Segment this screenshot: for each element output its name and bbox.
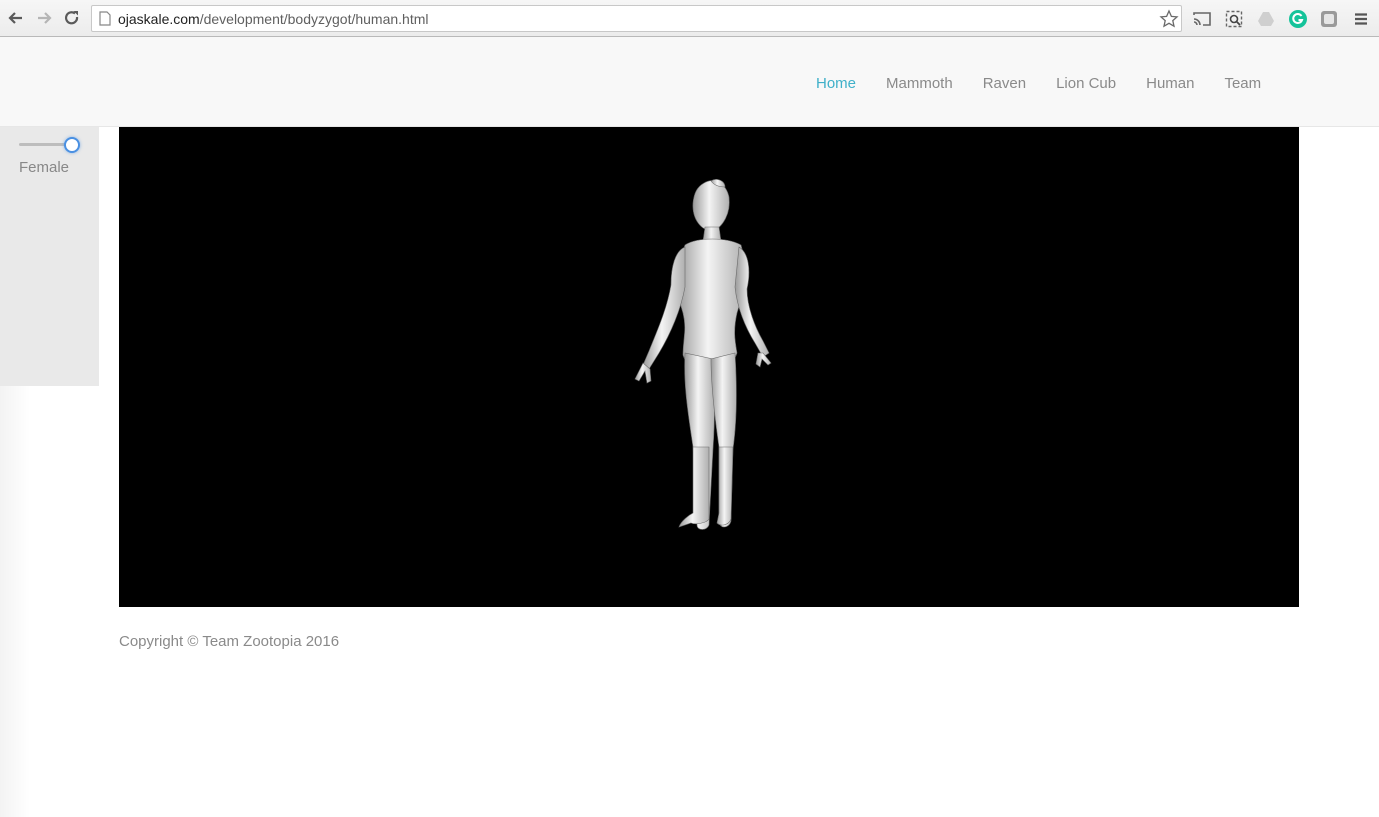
gender-label: Female — [19, 159, 70, 176]
cast-icon[interactable] — [1191, 8, 1213, 30]
nav-team[interactable]: Team — [1224, 75, 1261, 92]
drive-icon[interactable] — [1255, 8, 1277, 30]
nav-raven[interactable]: Raven — [983, 75, 1026, 92]
human-model — [634, 179, 772, 530]
extension-icon[interactable] — [1318, 8, 1340, 30]
menu-icon[interactable] — [1350, 8, 1372, 30]
forward-arrow-icon[interactable] — [34, 8, 54, 28]
nav-lion-cub[interactable]: Lion Cub — [1056, 75, 1116, 92]
reload-icon[interactable] — [62, 8, 82, 28]
copyright-footer: Copyright © Team Zootopia 2016 — [119, 633, 340, 650]
screenshot-icon[interactable] — [1223, 8, 1245, 30]
nav-human[interactable]: Human — [1146, 75, 1194, 92]
page-margin — [0, 386, 30, 817]
control-panel: Female — [0, 127, 99, 386]
page-icon — [99, 11, 111, 31]
url-text: ojaskale.com/development/bodyzygot/human… — [118, 11, 429, 27]
url-host: ojaskale.com — [118, 11, 200, 27]
address-bar[interactable]: ojaskale.com/development/bodyzygot/human… — [91, 5, 1182, 32]
star-icon[interactable] — [1159, 9, 1179, 34]
slider-thumb[interactable] — [64, 137, 80, 153]
back-arrow-icon[interactable] — [6, 8, 26, 28]
browser-toolbar: ojaskale.com/development/bodyzygot/human… — [0, 0, 1379, 37]
main-nav: Home Mammoth Raven Lion Cub Human Team — [816, 75, 1291, 92]
site-header: Home Mammoth Raven Lion Cub Human Team — [0, 37, 1379, 127]
nav-mammoth[interactable]: Mammoth — [886, 75, 953, 92]
url-path: /development/bodyzygot/human.html — [199, 11, 429, 27]
grammarly-icon[interactable] — [1287, 8, 1309, 30]
nav-home[interactable]: Home — [816, 75, 856, 92]
gender-slider[interactable] — [19, 137, 81, 153]
3d-viewer-canvas[interactable] — [119, 127, 1299, 607]
